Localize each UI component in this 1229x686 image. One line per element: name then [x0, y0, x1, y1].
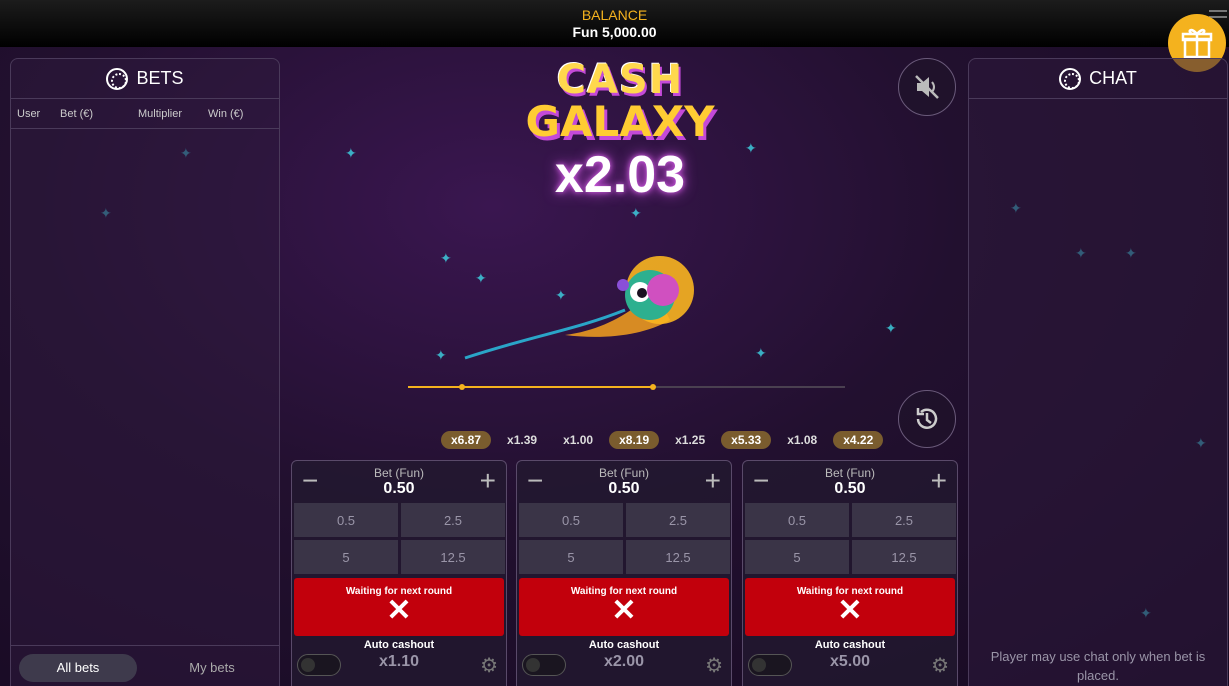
minus-icon[interactable]: − — [302, 467, 318, 495]
bet-card-3: − Bet (Fun) 0.50 + 0.5 2.5 5 12.5 Waitin… — [742, 460, 958, 686]
quick-bet-button[interactable]: 5 — [294, 540, 398, 574]
plus-icon[interactable]: + — [705, 467, 721, 495]
bet-label: Bet (Fun) — [824, 466, 875, 480]
column-bet: Bet (€) — [60, 107, 94, 120]
auto-cashout-label: Auto cashout — [588, 639, 660, 651]
chip-icon — [106, 67, 129, 90]
progress-marker — [459, 384, 465, 390]
bets-panel: BETS User Bet (€) Multiplier Win (€) All… — [10, 58, 280, 686]
bets-tabs: All bets My bets — [11, 645, 279, 686]
tab-all-bets[interactable]: All bets — [19, 653, 137, 682]
auto-cashout-value[interactable]: x5.00 — [743, 653, 957, 671]
column-user: User — [17, 107, 41, 120]
cancel-bet-button[interactable]: Waiting for next round ✕ — [745, 578, 955, 636]
auto-cashout-label: Auto cashout — [814, 639, 886, 651]
gear-icon[interactable]: ⚙ — [931, 653, 949, 678]
progress-marker — [650, 384, 656, 390]
quick-bet-button[interactable]: 12.5 — [626, 540, 730, 574]
quick-bet-button[interactable]: 2.5 — [401, 503, 505, 537]
close-icon: ✕ — [386, 594, 412, 627]
plus-icon[interactable]: + — [480, 467, 496, 495]
bets-title: BETS — [136, 68, 184, 88]
chat-chip-icon — [1059, 67, 1082, 90]
mute-button[interactable] — [898, 58, 956, 116]
history-item: x1.08 — [787, 433, 818, 447]
history-item: x1.25 — [675, 433, 706, 447]
auto-cashout-value[interactable]: x1.10 — [292, 653, 506, 671]
cancel-bet-button[interactable]: Waiting for next round ✕ — [294, 578, 504, 636]
quick-bet-button[interactable]: 12.5 — [401, 540, 505, 574]
bets-header: BETS — [11, 59, 279, 99]
history-icon — [916, 408, 938, 429]
mute-icon — [915, 75, 939, 99]
plus-icon[interactable]: + — [931, 467, 947, 495]
round-progress-fill — [408, 386, 653, 388]
bet-amount[interactable]: 0.50 — [743, 480, 957, 498]
history-item: x1.39 — [507, 433, 538, 447]
quick-bet-button[interactable]: 0.5 — [294, 503, 398, 537]
bet-label: Bet (Fun) — [598, 466, 649, 480]
bet-amount[interactable]: 0.50 — [292, 480, 506, 498]
gear-icon[interactable]: ⚙ — [480, 653, 498, 678]
current-multiplier: x2.03 — [554, 146, 686, 204]
column-win: Win (€) — [208, 107, 244, 120]
history-item: x1.00 — [563, 433, 594, 447]
bet-card-1: − Bet (Fun) 0.50 + 0.5 2.5 5 12.5 Waitin… — [291, 460, 507, 686]
close-icon: ✕ — [837, 594, 863, 627]
rocket-character — [455, 240, 715, 360]
quick-bet-button[interactable]: 0.5 — [745, 503, 849, 537]
close-icon: ✕ — [611, 594, 637, 627]
balance-value: Fun 5,000.00 — [572, 24, 657, 40]
quick-bet-button[interactable]: 2.5 — [852, 503, 956, 537]
bet-label: Bet (Fun) — [373, 466, 424, 480]
logo-line2: GALAXY — [525, 97, 715, 146]
history-item: x5.33 — [721, 431, 772, 449]
gear-icon[interactable]: ⚙ — [705, 653, 723, 678]
tab-my-bets[interactable]: My bets — [153, 660, 271, 675]
bet-amount[interactable]: 0.50 — [517, 480, 731, 498]
game-logo: CASH GALAXY — [520, 60, 720, 144]
chat-note: Player may use chat only when bet is pla… — [990, 649, 1206, 683]
quick-bet-button[interactable]: 2.5 — [626, 503, 730, 537]
history-item: x4.22 — [833, 431, 884, 449]
quick-bet-button[interactable]: 5 — [745, 540, 849, 574]
round-history: x6.87 x1.39 x1.00 x8.19 x1.25 x5.33 x1.0… — [441, 431, 884, 449]
quick-bet-button[interactable]: 5 — [519, 540, 623, 574]
history-item: x8.19 — [609, 431, 660, 449]
bets-columns: User Bet (€) Multiplier Win (€) — [11, 99, 279, 129]
chat-panel: CHAT Player may use chat only when bet i… — [968, 58, 1228, 686]
history-item: x6.87 — [441, 431, 492, 449]
quick-bet-button[interactable]: 12.5 — [852, 540, 956, 574]
bet-card-2: − Bet (Fun) 0.50 + 0.5 2.5 5 12.5 Waitin… — [516, 460, 732, 686]
minus-icon[interactable]: − — [753, 467, 769, 495]
quick-bet-button[interactable]: 0.5 — [519, 503, 623, 537]
column-multiplier: Multiplier — [138, 107, 183, 120]
auto-cashout-label: Auto cashout — [363, 639, 435, 651]
round-progress-track — [408, 384, 845, 390]
top-bar: BALANCE Fun 5,000.00 — [0, 0, 1229, 47]
cancel-bet-button[interactable]: Waiting for next round ✕ — [519, 578, 729, 636]
logo-line1: CASH — [556, 57, 684, 103]
balance-label: BALANCE — [581, 7, 648, 23]
history-button[interactable] — [898, 390, 956, 448]
minus-icon[interactable]: − — [527, 467, 543, 495]
auto-cashout-value[interactable]: x2.00 — [517, 653, 731, 671]
chat-header: CHAT — [969, 59, 1227, 99]
chat-title: CHAT — [1089, 68, 1137, 88]
